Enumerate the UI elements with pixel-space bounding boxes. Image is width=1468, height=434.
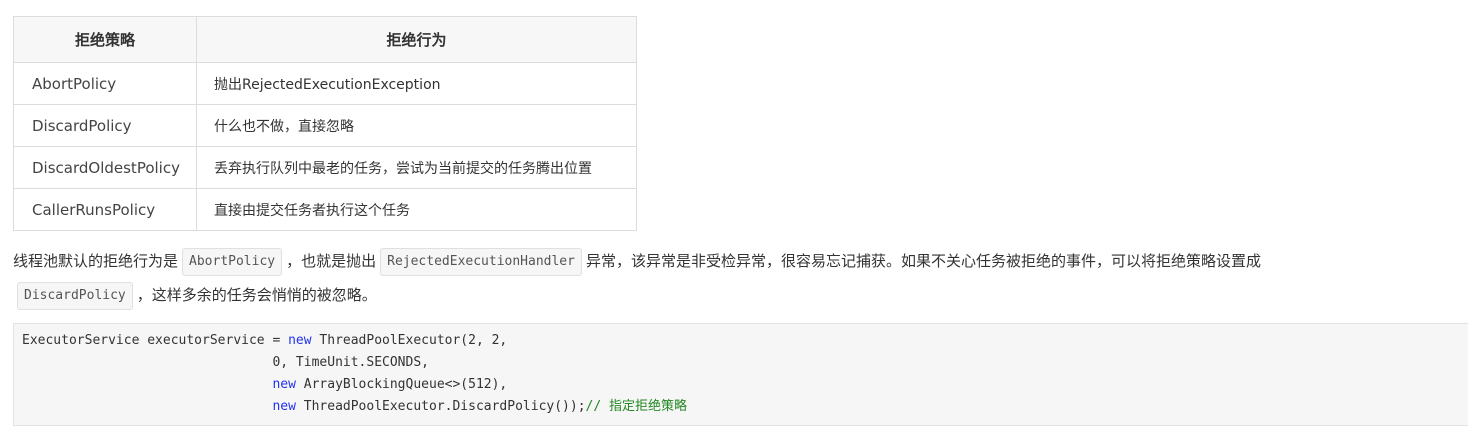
paragraph-text: 线程池默认的拒绝行为是: [13, 252, 179, 270]
inline-code-abort-policy: AbortPolicy: [182, 247, 283, 276]
policy-name-cell: CallerRunsPolicy: [13, 188, 197, 231]
code-block: ExecutorService executorService = new Th…: [13, 323, 1468, 426]
code-text: ArrayBlockingQueue<>(512),: [295, 377, 508, 392]
header-policy: 拒绝策略: [13, 16, 197, 63]
policy-behavior-cell: 抛出RejectedExecutionException: [196, 62, 637, 105]
policy-name-cell: DiscardOldestPolicy: [13, 146, 197, 189]
policy-behavior-cell: 直接由提交任务者执行这个任务: [196, 188, 637, 231]
paragraph-text: 异常，该异常是非受检异常，很容易忘记捕获。如果不关心任务被拒绝的事件，可以将拒绝…: [585, 252, 1261, 270]
description-paragraph: 线程池默认的拒绝行为是 AbortPolicy ，也就是抛出 RejectedExec…: [13, 244, 1453, 312]
code-text: 0, TimeUnit.SECONDS,: [22, 355, 429, 370]
code-text: ExecutorService executorService =: [22, 333, 289, 348]
table-row: DiscardOldestPolicy 丢弃执行队列中最老的任务，尝试为当前提交…: [13, 146, 637, 189]
policy-behavior-cell: 什么也不做，直接忽略: [196, 104, 637, 147]
paragraph-text: ，这样多余的任务会悄悄的被忽略。: [136, 286, 377, 304]
table-row: DiscardPolicy 什么也不做，直接忽略: [13, 104, 637, 147]
code-text: ThreadPoolExecutor(2, 2,: [311, 333, 508, 348]
code-text: ThreadPoolExecutor.DiscardPolicy());: [295, 399, 586, 414]
header-behavior: 拒绝行为: [196, 16, 637, 63]
code-keyword: new: [272, 377, 296, 392]
rejection-policy-table: 拒绝策略 拒绝行为 AbortPolicy 抛出RejectedExecutio…: [13, 16, 637, 231]
inline-code-discard-policy: DiscardPolicy: [17, 281, 133, 310]
policy-name-cell: AbortPolicy: [13, 62, 197, 105]
code-keyword: new: [272, 399, 296, 414]
inline-code-rejected-handler: RejectedExecutionHandler: [380, 247, 582, 276]
paragraph-text: ，也就是抛出: [286, 252, 377, 270]
code-comment: // 指定拒绝策略: [585, 399, 688, 414]
table-row: CallerRunsPolicy 直接由提交任务者执行这个任务: [13, 188, 637, 231]
table-header-row: 拒绝策略 拒绝行为: [13, 16, 637, 63]
policy-behavior-cell: 丢弃执行队列中最老的任务，尝试为当前提交的任务腾出位置: [196, 146, 637, 189]
table-row: AbortPolicy 抛出RejectedExecutionException: [13, 62, 637, 105]
code-keyword: new: [288, 333, 312, 348]
policy-name-cell: DiscardPolicy: [13, 104, 197, 147]
